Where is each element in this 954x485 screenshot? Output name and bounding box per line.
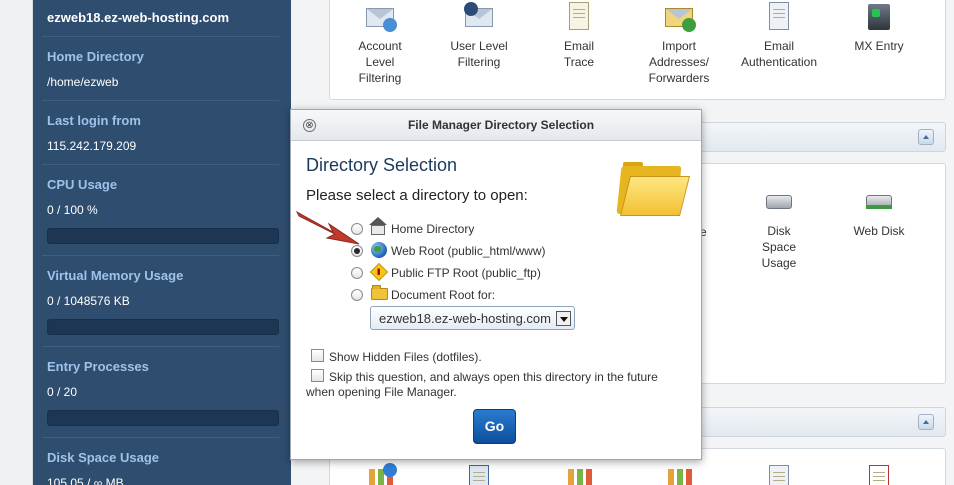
option-label: Public FTP Root (public_ftp) <box>391 266 541 280</box>
tool-label: Usage <box>761 256 797 270</box>
tool-label: Disk <box>767 224 791 238</box>
email-auth-icon <box>762 0 796 32</box>
email-trace-tool[interactable]: Email Trace <box>536 0 622 70</box>
tool-label: Space <box>761 240 797 254</box>
option-label: Document Root for: <box>391 288 496 302</box>
last-login-value: 115.242.179.209 <box>47 139 137 153</box>
disk-space-label: Disk Space Usage <box>47 450 160 465</box>
domain-select[interactable]: ezweb18.ez-web-hosting.com <box>370 306 575 330</box>
last-login-label: Last login from <box>47 113 141 128</box>
bandwidth-icon <box>462 463 496 485</box>
log-tool-1[interactable] <box>337 463 423 485</box>
annotation-arrow-icon <box>295 210 360 245</box>
disk-usage-icon <box>762 185 796 217</box>
go-button[interactable]: Go <box>473 409 516 444</box>
user-envelope-icon <box>462 0 496 32</box>
sidebar-divider <box>42 346 279 347</box>
sidebar-divider <box>42 164 279 165</box>
memory-usage-value: 0 / 1048576 KB <box>47 294 130 308</box>
disk-space-usage-tool[interactable]: Disk Space Usage <box>736 185 822 271</box>
show-hidden-checkbox[interactable] <box>311 349 324 362</box>
mx-server-icon <box>862 0 896 32</box>
tool-label: Forwarders <box>648 71 710 85</box>
open-folder-icon <box>616 162 690 218</box>
tool-label: Level <box>365 55 395 69</box>
folder-icon <box>370 285 388 302</box>
tool-label: Filtering <box>457 55 501 69</box>
tool-label: Account <box>358 39 402 53</box>
tool-label: Filtering <box>358 71 402 85</box>
stats-info-icon <box>363 463 397 485</box>
tool-label: Addresses/ <box>648 55 710 69</box>
log-tool-5[interactable] <box>736 463 822 485</box>
skip-question-label-cont: when opening File Manager. <box>306 385 457 399</box>
partial-tool-label[interactable]: e <box>700 224 714 240</box>
skip-question-checkbox[interactable] <box>311 369 324 382</box>
disk-space-value: 105.05 / ∞ MB <box>47 476 124 485</box>
dialog-prompt: Please select a directory to open: <box>306 187 528 204</box>
cpu-usage-label: CPU Usage <box>47 177 118 192</box>
directory-selection-dialog: ⊗ File Manager Directory Selection Direc… <box>290 109 702 460</box>
dialog-title: File Manager Directory Selection <box>407 118 595 132</box>
option-label: Web Root (public_html/www) <box>391 244 546 258</box>
bar-chart-icon <box>662 463 696 485</box>
sidebar-divider <box>42 100 279 101</box>
left-edge-strip <box>0 0 33 485</box>
entry-processes-label: Entry Processes <box>47 359 149 374</box>
memory-usage-label: Virtual Memory Usage <box>47 268 184 283</box>
sidebar-divider <box>42 437 279 438</box>
log-tool-4[interactable] <box>636 463 722 485</box>
tool-label: Web Disk <box>853 224 905 238</box>
entry-processes-value: 0 / 20 <box>47 385 78 399</box>
tool-label: Trace <box>563 55 595 69</box>
account-level-filtering-tool[interactable]: Account Level Filtering <box>337 0 423 86</box>
chevron-down-icon[interactable] <box>556 311 571 326</box>
dialog-titlebar[interactable]: ⊗ File Manager Directory Selection <box>291 110 701 141</box>
tool-label: e <box>700 225 707 239</box>
email-authentication-tool[interactable]: Email Authentication <box>736 0 822 70</box>
home-directory-value: /home/ezweb <box>47 75 119 89</box>
logs-collapse-button[interactable] <box>918 414 934 430</box>
globe-icon <box>370 242 387 258</box>
log-tool-6[interactable] <box>836 463 922 485</box>
sidebar-domain: ezweb18.ez-web-hosting.com <box>47 10 230 25</box>
tool-label: Authentication <box>740 55 818 69</box>
log-tool-2[interactable] <box>436 463 522 485</box>
sidebar-divider <box>42 36 279 37</box>
web-disk-icon <box>862 185 896 217</box>
tool-label: Email <box>763 39 794 53</box>
sidebar-divider <box>42 255 279 256</box>
entry-processes-bar <box>47 410 279 426</box>
cpu-usage-value: 0 / 100 % <box>47 203 98 217</box>
show-hidden-label: Show Hidden Files (dotfiles). <box>329 350 482 364</box>
document-icon <box>762 463 796 485</box>
import-icon <box>662 0 696 32</box>
user-level-filtering-tool[interactable]: User Level Filtering <box>436 0 522 70</box>
document-root-radio[interactable] <box>351 289 363 301</box>
public-ftp-radio[interactable] <box>351 267 363 279</box>
tool-label: Import <box>661 39 696 53</box>
mx-entry-tool[interactable]: MX Entry <box>836 0 922 54</box>
tool-label: MX Entry <box>854 39 904 53</box>
email-trace-icon <box>562 0 596 32</box>
stats-sidebar: ezweb18.ez-web-hosting.com Home Director… <box>33 0 291 485</box>
bar-chart-icon <box>562 463 596 485</box>
option-label: Home Directory <box>391 222 475 236</box>
house-icon <box>369 217 387 236</box>
dialog-heading: Directory Selection <box>306 155 458 175</box>
ftp-icon <box>369 262 389 282</box>
memory-usage-bar <box>47 319 279 335</box>
log-tool-3[interactable] <box>536 463 622 485</box>
tool-label: User Level <box>450 39 508 53</box>
domain-select-value: ezweb18.ez-web-hosting.com <box>379 311 551 326</box>
cpu-usage-bar <box>47 228 279 244</box>
envelope-filter-icon <box>363 0 397 32</box>
files-collapse-button[interactable] <box>918 129 934 145</box>
home-directory-label: Home Directory <box>47 49 144 64</box>
skip-question-label: Skip this question, and always open this… <box>329 370 658 384</box>
error-log-icon <box>862 463 896 485</box>
tool-label: Email <box>563 39 594 53</box>
web-disk-tool[interactable]: Web Disk <box>836 185 922 239</box>
import-addresses-tool[interactable]: Import Addresses/ Forwarders <box>636 0 722 86</box>
